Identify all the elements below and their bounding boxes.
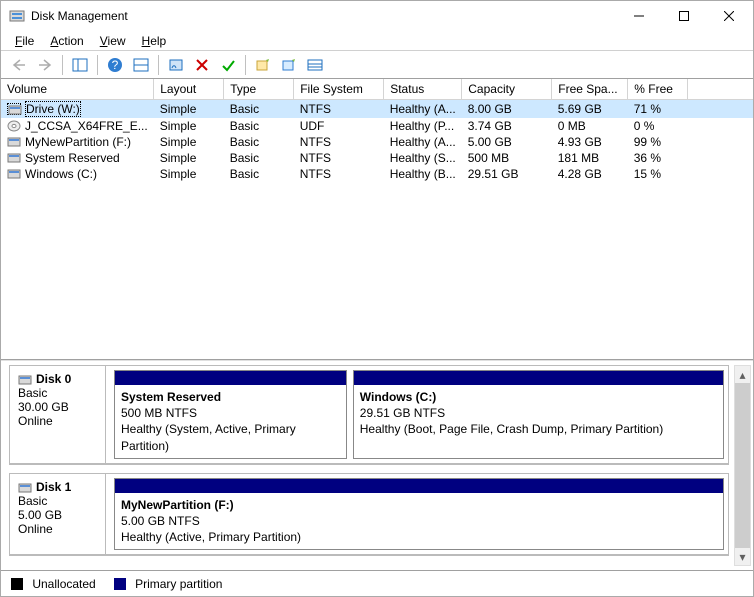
scroll-thumb[interactable] bbox=[735, 383, 750, 548]
minimize-button[interactable] bbox=[616, 2, 661, 30]
toolbar-panel-button[interactable] bbox=[68, 53, 92, 77]
table-row[interactable]: System ReservedSimpleBasicNTFSHealthy (S… bbox=[1, 150, 753, 166]
table-row[interactable]: Drive (W:)SimpleBasicNTFSHealthy (A...8.… bbox=[1, 100, 753, 119]
toolbar: ? bbox=[1, 51, 753, 79]
window-title: Disk Management bbox=[31, 9, 616, 23]
col-filesystem[interactable]: File System bbox=[294, 79, 384, 100]
partition[interactable]: MyNewPartition (F:)5.00 GB NTFSHealthy (… bbox=[114, 478, 724, 551]
scroll-up-icon[interactable]: ▴ bbox=[735, 366, 750, 383]
volume-name: Drive (W:) bbox=[25, 101, 81, 117]
partition[interactable]: Windows (C:)29.51 GB NTFSHealthy (Boot, … bbox=[353, 370, 724, 459]
disc-icon bbox=[7, 120, 21, 132]
app-icon bbox=[9, 8, 25, 24]
title-bar: Disk Management bbox=[1, 1, 753, 31]
col-pct[interactable]: % Free bbox=[628, 79, 688, 100]
partition-bar bbox=[354, 371, 723, 385]
vertical-scrollbar[interactable]: ▴ ▾ bbox=[734, 365, 751, 566]
table-row[interactable]: Windows (C:)SimpleBasicNTFSHealthy (B...… bbox=[1, 166, 753, 182]
disk-label: Disk 0Basic30.00 GBOnline bbox=[10, 366, 106, 463]
col-status[interactable]: Status bbox=[384, 79, 462, 100]
col-volume[interactable]: Volume bbox=[1, 79, 154, 100]
legend-primary: Primary partition bbox=[114, 577, 223, 591]
col-spacer bbox=[688, 79, 753, 100]
volume-list-pane: Volume Layout Type File System Status Ca… bbox=[1, 79, 753, 360]
legend: Unallocated Primary partition bbox=[1, 570, 753, 596]
toolbar-check-button[interactable] bbox=[216, 53, 240, 77]
menu-file[interactable]: File bbox=[9, 32, 40, 50]
hdd-icon bbox=[7, 136, 21, 148]
disk-row: Disk 0Basic30.00 GBOnlineSystem Reserved… bbox=[9, 365, 729, 465]
toolbar-settings-button[interactable] bbox=[164, 53, 188, 77]
maximize-button[interactable] bbox=[661, 2, 706, 30]
help-button[interactable]: ? bbox=[103, 53, 127, 77]
partition[interactable]: System Reserved500 MB NTFSHealthy (Syste… bbox=[114, 370, 347, 459]
col-free[interactable]: Free Spa... bbox=[552, 79, 628, 100]
scroll-down-icon[interactable]: ▾ bbox=[735, 548, 750, 565]
forward-button[interactable] bbox=[33, 53, 57, 77]
volume-name: Windows (C:) bbox=[25, 167, 97, 181]
volume-name: System Reserved bbox=[25, 151, 120, 165]
toolbar-new1-button[interactable] bbox=[251, 53, 275, 77]
toolbar-list-button[interactable] bbox=[303, 53, 327, 77]
disk-row: Disk 1Basic5.00 GBOnlineMyNewPartition (… bbox=[9, 473, 729, 557]
back-button[interactable] bbox=[7, 53, 31, 77]
menu-help[interactable]: Help bbox=[136, 32, 173, 50]
col-layout[interactable]: Layout bbox=[154, 79, 224, 100]
volume-table: Volume Layout Type File System Status Ca… bbox=[1, 79, 753, 182]
menu-view[interactable]: View bbox=[94, 32, 132, 50]
partition-bar bbox=[115, 371, 346, 385]
hdd-icon bbox=[18, 482, 32, 494]
hdd-icon bbox=[7, 152, 21, 164]
hdd-icon bbox=[7, 103, 21, 115]
volume-name: MyNewPartition (F:) bbox=[25, 135, 131, 149]
col-type[interactable]: Type bbox=[224, 79, 294, 100]
delete-button[interactable] bbox=[190, 53, 214, 77]
legend-unallocated-swatch bbox=[11, 578, 23, 590]
close-button[interactable] bbox=[706, 2, 751, 30]
toolbar-top-bottom-button[interactable] bbox=[129, 53, 153, 77]
svg-text:?: ? bbox=[112, 58, 119, 72]
toolbar-new2-button[interactable] bbox=[277, 53, 301, 77]
legend-unallocated: Unallocated bbox=[11, 577, 96, 591]
disk-label: Disk 1Basic5.00 GBOnline bbox=[10, 474, 106, 555]
table-row[interactable]: J_CCSA_X64FRE_E...SimpleBasicUDFHealthy … bbox=[1, 118, 753, 134]
menu-bar: File Action View Help bbox=[1, 31, 753, 51]
hdd-icon bbox=[7, 168, 21, 180]
menu-action[interactable]: Action bbox=[44, 32, 89, 50]
graphical-view: Disk 0Basic30.00 GBOnlineSystem Reserved… bbox=[1, 360, 753, 570]
partition-bar bbox=[115, 479, 723, 493]
hdd-icon bbox=[18, 374, 32, 386]
col-capacity[interactable]: Capacity bbox=[462, 79, 552, 100]
table-row[interactable]: MyNewPartition (F:)SimpleBasicNTFSHealth… bbox=[1, 134, 753, 150]
volume-name: J_CCSA_X64FRE_E... bbox=[25, 119, 148, 133]
legend-primary-swatch bbox=[114, 578, 126, 590]
